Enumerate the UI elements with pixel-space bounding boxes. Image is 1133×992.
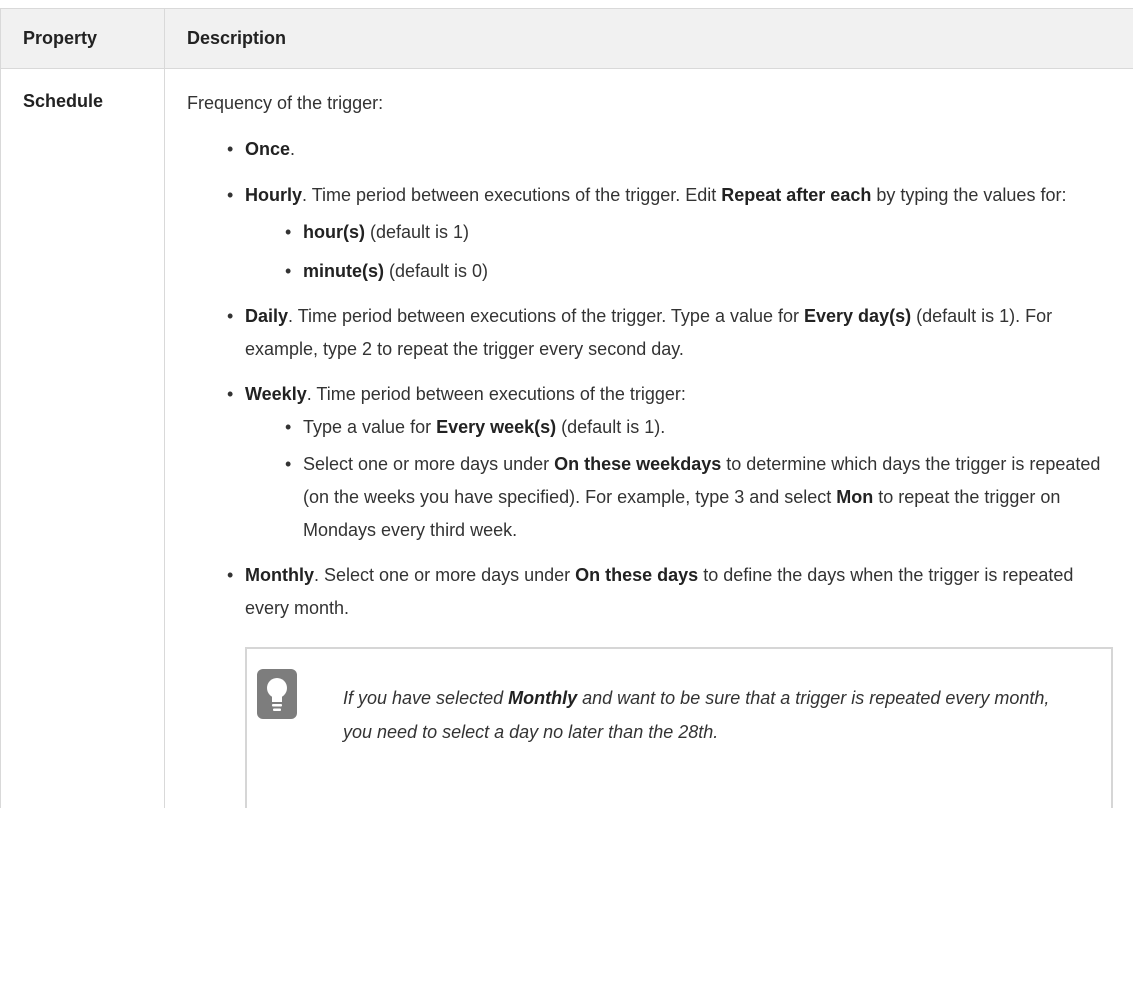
text: . Select one or more days under [314, 565, 576, 585]
term-daily: Daily [245, 306, 289, 326]
bullet-icon: • [227, 306, 234, 326]
hourly-sublist: • hour(s) (default is 1) • minute(s) (de… [245, 216, 1111, 288]
text: . Time period between executions of the … [302, 185, 722, 205]
lightbulb-icon [257, 669, 297, 719]
bullet-icon: • [285, 222, 292, 242]
tip-note: If you have selected Monthly and want to… [245, 647, 1113, 808]
header-description: Description [164, 8, 1133, 69]
term-monthly: Monthly [245, 565, 314, 585]
term-once: Once [245, 139, 291, 159]
list-item-hourly: • Hourly. Time period between executions… [187, 179, 1111, 288]
text: (default is 0) [384, 261, 489, 281]
text: . [290, 139, 296, 159]
property-cell: Schedule [0, 68, 165, 808]
term-monthly-note: Monthly [508, 688, 578, 708]
bullet-icon: • [227, 565, 234, 585]
term-repeat-after-each: Repeat after each [721, 185, 872, 205]
term-on-these-days: On these days [575, 565, 699, 585]
list-item-daily: • Daily. Time period between executions … [187, 300, 1111, 366]
list-item-monthly: • Monthly. Select one or more days under… [187, 559, 1111, 625]
list-item-weekly: • Weekly. Time period between executions… [187, 378, 1111, 547]
property-table: Property Description Schedule Frequency … [0, 8, 1133, 808]
description-intro: Frequency of the trigger: [187, 93, 384, 113]
list-item-every-weeks: • Type a value for Every week(s) (defaul… [245, 411, 1111, 444]
table-row: Schedule Frequency of the trigger: • Onc… [0, 68, 1133, 808]
text: (default is 1). [556, 417, 666, 437]
bullet-icon: • [285, 417, 292, 437]
text: by typing the values for: [871, 185, 1067, 205]
text: Select one or more days under [303, 454, 555, 474]
description-cell: Frequency of the trigger: • Once. • Hour… [164, 68, 1133, 808]
frequency-list: • Once. • Hourly. Time period between ex… [187, 133, 1111, 625]
text: If you have selected [343, 688, 509, 708]
table-header-row: Property Description [0, 8, 1133, 69]
term-on-these-weekdays: On these weekdays [554, 454, 722, 474]
term-every-weeks: Every week(s) [436, 417, 557, 437]
tip-text: If you have selected Monthly and want to… [343, 681, 1083, 749]
term-minutes: minute(s) [303, 261, 384, 281]
list-item-minutes: • minute(s) (default is 0) [245, 255, 1111, 288]
text: Type a value for [303, 417, 437, 437]
bullet-icon: • [285, 261, 292, 281]
bullet-icon: • [285, 454, 292, 474]
header-property: Property [0, 8, 165, 69]
list-item-once: • Once. [187, 133, 1111, 166]
term-mon: Mon [836, 487, 874, 507]
text: . Time period between executions of the … [306, 384, 686, 404]
weekly-sublist: • Type a value for Every week(s) (defaul… [245, 411, 1111, 547]
list-item-weekdays: • Select one or more days under On these… [245, 448, 1111, 547]
bullet-icon: • [227, 139, 234, 159]
lightbulb-icon-svg [267, 678, 287, 711]
text: (default is 1) [365, 222, 470, 242]
bullet-icon: • [227, 384, 234, 404]
bullet-icon: • [227, 185, 234, 205]
text: . Time period between executions of the … [288, 306, 805, 326]
list-item-hours: • hour(s) (default is 1) [245, 216, 1111, 249]
term-hours: hour(s) [303, 222, 365, 242]
term-weekly: Weekly [245, 384, 307, 404]
term-every-days: Every day(s) [804, 306, 912, 326]
term-hourly: Hourly [245, 185, 303, 205]
